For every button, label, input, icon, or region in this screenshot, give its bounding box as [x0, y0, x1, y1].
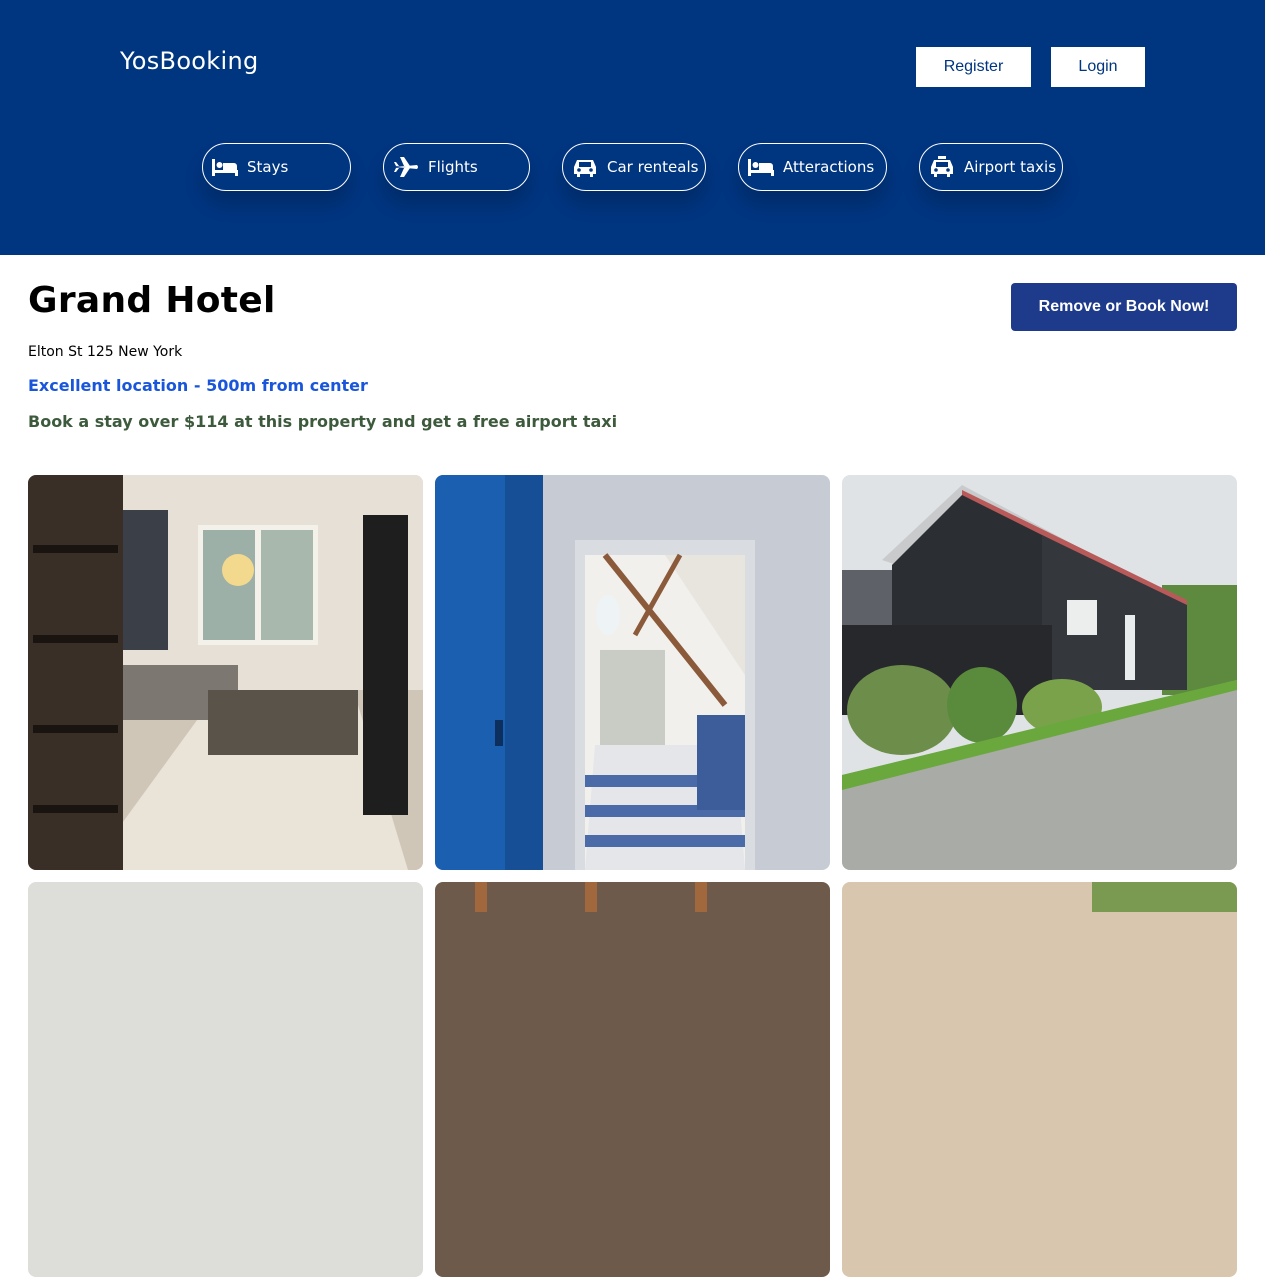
login-button[interactable]: Login	[1051, 47, 1145, 87]
hotel-photo-6[interactable]	[842, 882, 1237, 1277]
wooden-ceiling-photo	[435, 882, 830, 1277]
bed-icon	[748, 159, 774, 176]
nav-item-attractions[interactable]: Atteractions	[738, 143, 887, 191]
hotel-photo-1[interactable]	[28, 475, 423, 870]
nav-label-car-rentals: Car renteals	[607, 158, 699, 176]
attic-hallway-photo	[435, 475, 830, 870]
nav-label-airport-taxis: Airport taxis	[964, 158, 1057, 176]
living-room-photo	[28, 475, 423, 870]
location-highlight: Excellent location - 500m from center	[28, 376, 368, 395]
nav-item-car-rentals[interactable]: Car renteals	[562, 143, 706, 191]
wooden-house-photo	[842, 475, 1237, 870]
garden-photo	[842, 882, 1237, 1277]
nav-item-flights[interactable]: Flights	[383, 143, 530, 191]
hotel-title: Grand Hotel	[28, 280, 276, 321]
hotel-photo-5[interactable]	[435, 882, 830, 1277]
taxi-offer: Book a stay over $114 at this property a…	[28, 412, 618, 431]
plane-icon	[394, 157, 418, 177]
top-header: YosBooking Register Login Stays Flights	[0, 0, 1265, 255]
book-now-button[interactable]: Remove or Book Now!	[1011, 283, 1237, 331]
hotel-photo-4[interactable]	[28, 882, 423, 1277]
bed-icon	[212, 159, 238, 176]
taxi-icon	[931, 156, 953, 177]
hotel-photo-2[interactable]	[435, 475, 830, 870]
hotel-address: Elton St 125 New York	[28, 344, 183, 360]
brand-logo[interactable]: YosBooking	[120, 47, 259, 75]
nav-label-attractions: Atteractions	[783, 158, 875, 176]
nav-item-stays[interactable]: Stays	[202, 143, 351, 191]
nav-label-flights: Flights	[428, 158, 478, 176]
interior-photo	[28, 882, 423, 1277]
register-button[interactable]: Register	[916, 47, 1031, 87]
hotel-photo-3[interactable]	[842, 475, 1237, 870]
car-icon	[574, 160, 596, 177]
nav-item-airport-taxis[interactable]: Airport taxis	[919, 143, 1063, 191]
nav-label-stays: Stays	[247, 158, 289, 176]
